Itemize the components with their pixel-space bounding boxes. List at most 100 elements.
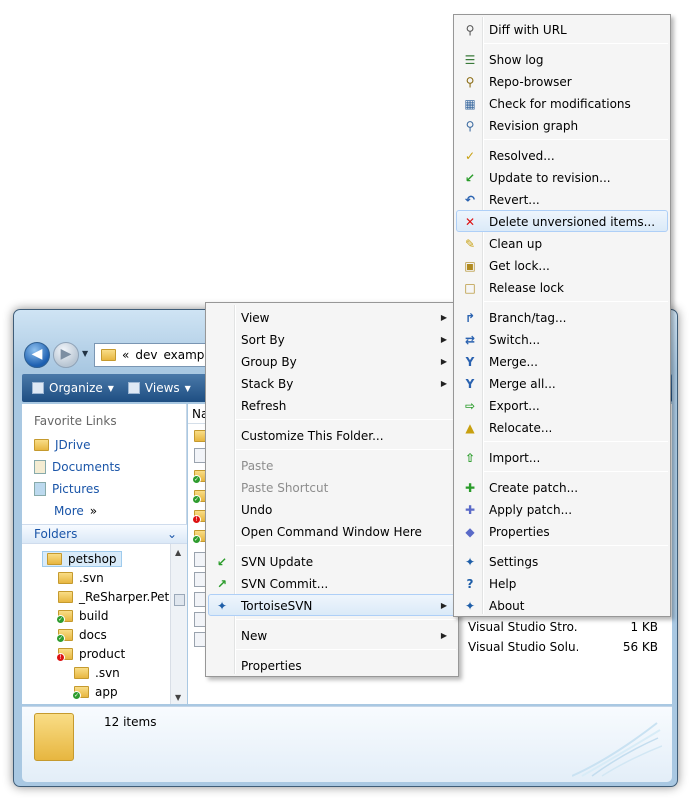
revert-icon: ↶ bbox=[464, 193, 476, 207]
submenu-arrow-icon: ▶ bbox=[440, 379, 447, 388]
more-links[interactable]: More » bbox=[54, 504, 97, 518]
tree-item-svn[interactable]: .svn bbox=[58, 571, 104, 585]
chevron-down-icon: ▼ bbox=[184, 383, 191, 393]
menu-item-get-lock[interactable]: ▣ Get lock... bbox=[456, 254, 668, 276]
menu-item-relocate[interactable]: ▲ Relocate... bbox=[456, 416, 668, 438]
submenu-arrow-icon: ▶ bbox=[440, 313, 447, 322]
menu-item-merge-all[interactable]: Y Merge all... bbox=[456, 372, 668, 394]
tree-item-petshop[interactable]: petshop bbox=[42, 551, 122, 567]
menu-item-customize-folder[interactable]: Customize This Folder... bbox=[208, 424, 456, 446]
menu-item-label: Sort By bbox=[241, 333, 285, 347]
menu-item-properties[interactable]: Properties bbox=[208, 654, 456, 676]
tree-item-product[interactable]: ! product bbox=[56, 647, 125, 662]
menu-item-label: Repo-browser bbox=[489, 75, 572, 89]
scroll-down-icon[interactable]: ▼ bbox=[175, 693, 181, 702]
import-icon: ⇧ bbox=[464, 451, 476, 465]
tree-item-docs[interactable]: ✓ docs bbox=[56, 628, 107, 643]
menu-item-label: View bbox=[241, 311, 270, 325]
menu-item-import[interactable]: ⇧ Import... bbox=[456, 446, 668, 468]
menu-item-svn-commit[interactable]: ↗ SVN Commit... bbox=[208, 572, 456, 594]
tree-item-app[interactable]: ✓ app bbox=[72, 685, 118, 700]
details-pane: 12 items bbox=[22, 706, 672, 782]
tree-item-resharper[interactable]: _ReSharper.PetSh bbox=[58, 590, 184, 604]
menu-item-repo-browser[interactable]: ⚲ Repo-browser bbox=[456, 70, 668, 92]
tree-item-label: petshop bbox=[68, 552, 117, 566]
views-icon bbox=[127, 382, 140, 394]
menu-item-clean-up[interactable]: ✎ Clean up bbox=[456, 232, 668, 254]
file-row[interactable]: Visual Studio Stro... 1 KB bbox=[468, 620, 668, 638]
favorite-link-label: Documents bbox=[52, 460, 121, 474]
menu-item-refresh[interactable]: Refresh bbox=[208, 394, 456, 416]
folders-header[interactable]: Folders ⌄ bbox=[22, 524, 187, 544]
file-row[interactable]: Visual Studio Solu... 56 KB bbox=[468, 640, 668, 658]
menu-item-diff-with-url[interactable]: ⚲ Diff with URL bbox=[456, 18, 668, 40]
menu-item-merge[interactable]: Y Merge... bbox=[456, 350, 668, 372]
menu-item-undo[interactable]: Undo bbox=[208, 498, 456, 520]
history-dropdown-icon[interactable]: ▼ bbox=[82, 349, 88, 358]
create-patch-icon: ✚ bbox=[464, 481, 476, 495]
breadcrumb-examples[interactable]: examp bbox=[163, 348, 204, 362]
organize-button[interactable]: Organize ▼ bbox=[32, 381, 114, 395]
favorite-link-jdrive[interactable]: JDrive bbox=[34, 438, 91, 452]
breadcrumb-overflow[interactable]: « bbox=[122, 348, 129, 362]
menu-item-resolved[interactable]: ✓ Resolved... bbox=[456, 144, 668, 166]
svn-update-icon: ↙ bbox=[216, 555, 228, 569]
tree-scrollbar[interactable]: ▲ ▼ bbox=[170, 544, 187, 704]
back-button[interactable]: ◀ bbox=[24, 342, 50, 368]
menu-separator bbox=[484, 441, 668, 442]
menu-item-label: Help bbox=[489, 577, 517, 591]
menu-item-release-lock[interactable]: □ Release lock bbox=[456, 276, 668, 298]
breadcrumb-dev[interactable]: dev bbox=[135, 348, 157, 362]
menu-item-label: Check for modifications bbox=[489, 97, 631, 111]
scroll-up-icon[interactable]: ▲ bbox=[175, 548, 181, 557]
menu-item-stack-by[interactable]: Stack By ▶ bbox=[208, 372, 456, 394]
views-label: Views bbox=[144, 381, 180, 395]
item-count: 12 items bbox=[104, 715, 157, 729]
scrollbar-thumb[interactable] bbox=[174, 594, 185, 606]
menu-item-group-by[interactable]: Group By ▶ bbox=[208, 350, 456, 372]
menu-item-label: Create patch... bbox=[489, 481, 579, 495]
tortoisesvn-icon: ✦ bbox=[216, 599, 228, 613]
menu-item-check-modifications[interactable]: ▦ Check for modifications bbox=[456, 92, 668, 114]
menu-item-about[interactable]: ✦ About bbox=[456, 594, 668, 616]
menu-item-sort-by[interactable]: Sort By ▶ bbox=[208, 328, 456, 350]
forward-button[interactable]: ▶ bbox=[53, 342, 79, 368]
pictures-icon bbox=[34, 482, 46, 496]
menu-item-tortoisesvn[interactable]: ✦ TortoiseSVN ▶ bbox=[208, 594, 456, 616]
menu-item-branch-tag[interactable]: ↱ Branch/tag... bbox=[456, 306, 668, 328]
menu-item-revision-graph[interactable]: ⚲ Revision graph bbox=[456, 114, 668, 136]
menu-item-svn-update[interactable]: ↙ SVN Update bbox=[208, 550, 456, 572]
tree-item-label: build bbox=[79, 609, 109, 623]
revision-graph-icon: ⚲ bbox=[465, 119, 475, 133]
menu-item-open-command-window[interactable]: Open Command Window Here bbox=[208, 520, 456, 542]
menu-separator bbox=[236, 619, 456, 620]
tree-item-svn-product[interactable]: .svn bbox=[74, 666, 120, 680]
context-menu: View ▶ Sort By ▶ Group By ▶ Stack By ▶ R… bbox=[205, 302, 459, 677]
menu-item-label: Properties bbox=[489, 525, 550, 539]
menu-item-delete-unversioned[interactable]: ✕ Delete unversioned items... bbox=[456, 210, 668, 232]
menu-item-create-patch[interactable]: ✚ Create patch... bbox=[456, 476, 668, 498]
views-button[interactable]: Views ▼ bbox=[127, 381, 191, 395]
tree-item-build[interactable]: ✓ build bbox=[56, 609, 109, 624]
favorite-link-documents[interactable]: Documents bbox=[34, 460, 120, 474]
menu-item-help[interactable]: ? Help bbox=[456, 572, 668, 594]
menu-item-label: Update to revision... bbox=[489, 171, 611, 185]
menu-item-export[interactable]: ⇨ Export... bbox=[456, 394, 668, 416]
menu-item-show-log[interactable]: ☰ Show log bbox=[456, 48, 668, 70]
menu-item-label: SVN Commit... bbox=[241, 577, 329, 591]
menu-item-switch[interactable]: ⇄ Switch... bbox=[456, 328, 668, 350]
favorite-link-pictures[interactable]: Pictures bbox=[34, 482, 100, 496]
menu-item-apply-patch[interactable]: ✚ Apply patch... bbox=[456, 498, 668, 520]
folder-icon bbox=[101, 349, 116, 361]
menu-item-properties-svn[interactable]: ◆ Properties bbox=[456, 520, 668, 542]
menu-item-view[interactable]: View ▶ bbox=[208, 306, 456, 328]
menu-item-revert[interactable]: ↶ Revert... bbox=[456, 188, 668, 210]
tree-item-label: app bbox=[95, 685, 118, 699]
folder-icon bbox=[47, 553, 62, 565]
menu-item-label: SVN Update bbox=[241, 555, 314, 569]
update-revision-icon: ↙ bbox=[464, 171, 476, 185]
menu-item-settings[interactable]: ✦ Settings bbox=[456, 550, 668, 572]
menu-item-new[interactable]: New ▶ bbox=[208, 624, 456, 646]
organize-icon bbox=[32, 382, 44, 394]
menu-item-update-to-revision[interactable]: ↙ Update to revision... bbox=[456, 166, 668, 188]
